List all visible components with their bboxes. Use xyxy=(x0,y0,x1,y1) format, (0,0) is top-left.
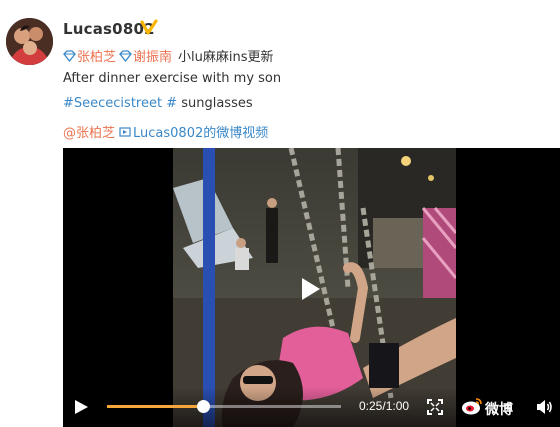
weibo-logo-icon xyxy=(462,398,482,415)
video-icon xyxy=(119,126,131,137)
video-player[interactable]: 0:25/1:00 微博 xyxy=(63,148,560,427)
post-text: After dinner exercise with my son xyxy=(63,71,282,86)
post-note: 小lu麻麻ins更新 xyxy=(178,50,274,65)
avatar[interactable] xyxy=(6,18,53,65)
hashtag-suffix: sunglasses xyxy=(177,96,253,111)
center-play-icon[interactable] xyxy=(300,276,322,302)
diamond-icon xyxy=(63,49,76,62)
weibo-brand: 微博 xyxy=(485,402,513,418)
progress-handle[interactable] xyxy=(196,400,210,413)
mention-link[interactable]: 谢振南 xyxy=(133,46,172,65)
mention-link[interactable]: 张柏芝 xyxy=(77,46,116,65)
mention-link[interactable]: @张柏芝 xyxy=(63,122,115,141)
hashtag-link[interactable]: #Seececistreet # xyxy=(63,96,177,111)
player-controls: 0:25/1:00 微博 xyxy=(63,387,560,427)
play-icon[interactable] xyxy=(73,399,89,415)
progress-bar[interactable] xyxy=(107,400,341,413)
diamond-icon xyxy=(119,49,132,62)
volume-icon[interactable] xyxy=(535,398,553,416)
fullscreen-icon[interactable] xyxy=(427,399,443,415)
time-readout: 0:25/1:00 xyxy=(359,399,410,413)
footer-row: @张柏芝 Lucas0802的微博视频 xyxy=(63,122,268,141)
verified-icon xyxy=(140,19,158,35)
hashtag-row: #Seececistreet # sunglasses xyxy=(63,96,253,111)
mentions-row: 张柏芝 谢振南 小lu麻麻ins更新 xyxy=(63,46,274,65)
video-link[interactable]: Lucas0802的微博视频 xyxy=(133,122,268,141)
progress-fill xyxy=(107,405,203,408)
